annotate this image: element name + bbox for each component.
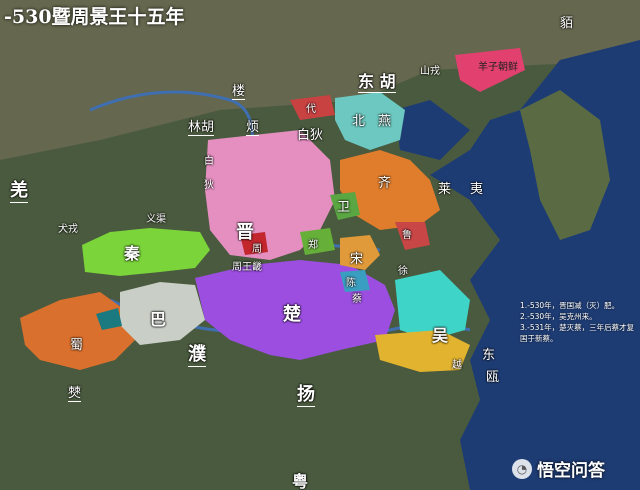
note-1: 1.-530年，晋国减（灭）肥。 [520,301,620,310]
label-bei: 北 [352,114,366,129]
label-bo: 僰 [68,382,82,402]
label-pu: 濮 [188,340,206,367]
label-xu: 徐 [398,266,408,277]
label-dong: 东 [482,348,496,363]
historical-map: -530暨周景王十五年 貊 山戎 羊子朝鲜 东 胡 楼 林胡 烦 白狄 代 北 … [0,0,640,490]
label-mo: 貊 [560,16,574,31]
label-qi: 齐 [378,176,392,191]
label-song: 宋 [350,252,364,267]
label-di: 狄 [204,180,214,191]
label-bai: 白 [204,156,214,167]
map-canvas [0,0,640,490]
label-quanrong: 犬戎 [58,224,78,235]
label-zhou: 周 [252,244,262,255]
label-zheng: 郑 [308,240,318,251]
map-notes: 1.-530年，晋国减（灭）肥。 2.-530年，吴克州来。 3.-531年，楚… [520,300,640,344]
label-linhu: 林胡 [188,116,215,136]
label-yue: 越 [452,360,462,371]
label-wu: 吴 [432,326,449,345]
watermark-text: 悟空问答 [537,461,605,481]
label-qiang: 羌 [10,176,28,203]
label-cai: 蔡 [352,294,362,305]
label-yang: 扬 [297,380,315,407]
label-yiqu: 义渠 [146,214,166,225]
label-wei: 卫 [337,200,351,215]
label-donghu: 东 胡 [358,68,396,93]
label-lai: 莱 [438,182,452,197]
label-shu: 蜀 [70,338,84,353]
label-yan: 燕 [378,114,392,129]
label-shanrong: 山戎 [420,66,440,77]
label-yi: 夷 [470,182,484,197]
note-3: 3.-531年，楚灭蔡，三年后蔡才复国于新蔡。 [520,323,635,343]
label-chu: 楚 [283,304,301,325]
label-dai: 代 [306,104,316,115]
label-yue2: 粤 [292,468,308,490]
label-chen: 陈 [346,278,356,289]
label-qin: 秦 [124,244,141,263]
label-yuzi: 羊子朝鲜 [478,62,518,73]
label-fan: 烦 [246,116,260,136]
label-baidi: 白狄 [297,128,324,143]
note-2: 2.-530年，吴克州来。 [520,312,597,321]
label-zhouwang: 周王畿 [232,262,262,273]
watermark: ◔ 悟空问答 [512,456,605,481]
watermark-logo-icon: ◔ [512,458,532,479]
label-ou: 瓯 [486,370,500,385]
map-title: -530暨周景王十五年 [4,6,185,28]
label-lu: 鲁 [402,230,412,241]
label-lou: 楼 [232,80,246,100]
label-ba: 巴 [150,310,167,329]
